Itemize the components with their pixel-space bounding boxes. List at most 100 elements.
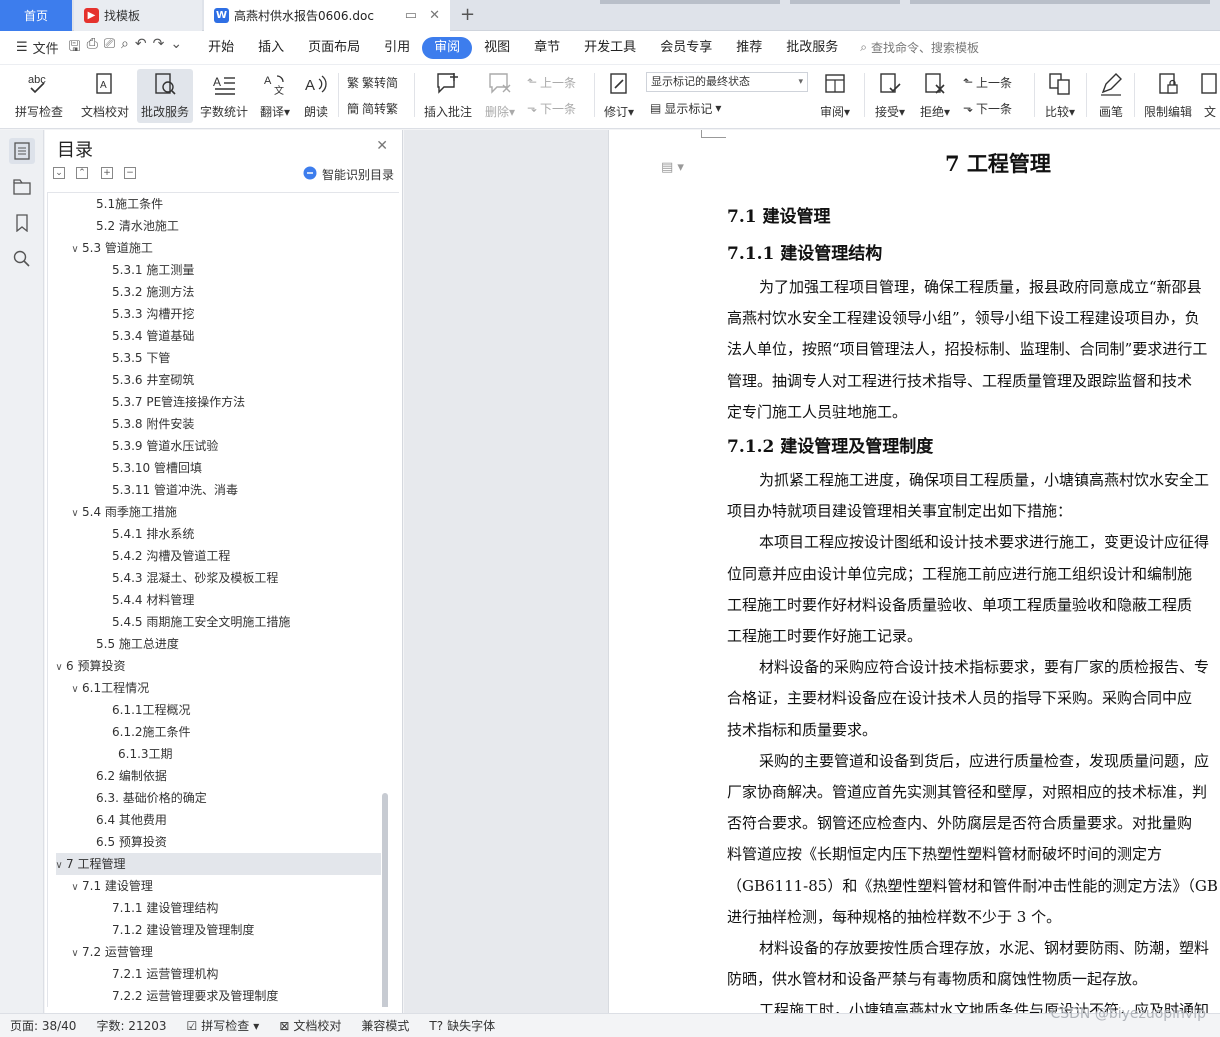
menu-item[interactable]: 开始 xyxy=(196,37,246,59)
toc-item[interactable]: ∨ 5.3 管道施工 xyxy=(56,237,381,259)
chapter-nav-icon[interactable] xyxy=(9,174,35,200)
compare-button[interactable]: 比较▾ xyxy=(1040,69,1080,123)
toc-item[interactable]: 6.1.1工程概况 xyxy=(56,699,381,721)
toc-item[interactable]: 5.3.9 管道水压试验 xyxy=(56,435,381,457)
bookmark-icon[interactable] xyxy=(9,210,35,236)
toc-item[interactable]: 5.2 清水池施工 xyxy=(56,215,381,237)
toc-item[interactable]: 6.5 预算投资 xyxy=(56,831,381,853)
undo-icon[interactable]: ↶ xyxy=(135,36,147,60)
add-heading-icon[interactable]: + xyxy=(101,167,113,179)
toc-scrollbar[interactable] xyxy=(382,793,388,1007)
proofread-status[interactable]: ⊠ 文档校对 xyxy=(269,1017,351,1034)
toc-item[interactable]: 5.3.5 下管 xyxy=(56,347,381,369)
expand-chevron-icon[interactable]: ∨ xyxy=(68,877,82,899)
new-tab-plus-icon[interactable]: + xyxy=(460,4,475,25)
toc-item[interactable]: 5.3.8 附件安装 xyxy=(56,413,381,435)
toc-item[interactable]: 5.1施工条件 xyxy=(56,193,381,215)
toc-item[interactable]: ∨ 6 预算投资 xyxy=(55,655,381,677)
toc-item[interactable]: 5.4.2 沟槽及管道工程 xyxy=(56,545,381,567)
prev-change-button[interactable]: ⬑ 上一条 xyxy=(963,72,1012,92)
search-icon[interactable] xyxy=(9,246,35,272)
toc-item[interactable]: 7.1.2 建设管理及管理制度 xyxy=(56,919,381,941)
toc-item[interactable]: 6.2 编制依据 xyxy=(56,765,381,787)
menu-item[interactable]: 页面布局 xyxy=(296,37,372,59)
menu-item[interactable]: 批改服务 xyxy=(774,37,850,59)
menu-item[interactable]: 会员专享 xyxy=(648,37,724,59)
expand-chevron-icon[interactable]: ∨ xyxy=(52,657,66,679)
expand-chevron-icon[interactable]: ∨ xyxy=(68,943,82,965)
toc-item[interactable]: 6.1.2施工条件 xyxy=(56,721,381,743)
collapse-all-icon[interactable]: ⌄ xyxy=(53,167,65,179)
translate-button[interactable]: A文 翻译▾ xyxy=(256,69,294,123)
toc-item[interactable]: 5.5 施工总进度 xyxy=(56,633,381,655)
prev-comment-button[interactable]: ⬑ 上一条 xyxy=(527,72,576,92)
tab-document[interactable]: W 高燕村供水报告0606.doc ▭ ✕ xyxy=(204,0,450,31)
doc-more-button[interactable]: 文 xyxy=(1200,69,1220,123)
expand-chevron-icon[interactable]: ∨ xyxy=(52,855,66,877)
toc-item[interactable]: 5.4.4 材料管理 xyxy=(56,589,381,611)
toc-panel-icon[interactable] xyxy=(9,138,35,164)
revise-button[interactable]: 修订▾ xyxy=(600,69,638,123)
toc-item[interactable]: 6.3. 基础价格的确定 xyxy=(56,787,381,809)
menu-item[interactable]: 推荐 xyxy=(724,37,774,59)
spell-check-button[interactable]: abc 拼写检查 xyxy=(10,69,68,123)
tab-restore-icon[interactable]: ▭ xyxy=(405,8,417,23)
toc-item[interactable]: ∨ 5.4 雨季施工措施 xyxy=(56,501,381,523)
toc-item[interactable]: 5.4.5 雨期施工安全文明施工措施 xyxy=(56,611,381,633)
pen-button[interactable]: 画笔 xyxy=(1094,69,1128,123)
reject-button[interactable]: 拒绝▾ xyxy=(915,69,955,123)
next-comment-button[interactable]: ⬎ 下一条 xyxy=(527,98,576,118)
toc-item[interactable]: 6.1.3工期 xyxy=(56,743,381,765)
tab-close-icon[interactable]: ✕ xyxy=(429,8,440,23)
toc-item[interactable]: 5.3.1 施工测量 xyxy=(56,259,381,281)
toc-item[interactable]: 7.2.1 运营管理机构 xyxy=(56,963,381,985)
read-aloud-button[interactable]: A 朗读 xyxy=(300,69,332,123)
toc-item[interactable]: 5.4.3 混凝土、砂浆及模板工程 xyxy=(56,567,381,589)
missing-font-button[interactable]: T? 缺失字体 xyxy=(419,1017,505,1034)
toc-item[interactable]: ∨ 7.1 建设管理 xyxy=(56,875,381,897)
quick-more-chevron-icon[interactable]: ⌄ xyxy=(170,36,182,60)
doc-proofread-button[interactable]: A 文档校对 xyxy=(76,69,134,123)
menu-item[interactable]: 章节 xyxy=(522,37,572,59)
expand-all-icon[interactable]: ⌃ xyxy=(76,167,88,179)
toc-item[interactable]: 5.3.11 管道冲洗、消毒 xyxy=(56,479,381,501)
export-pdf-icon[interactable]: ⎙ xyxy=(87,36,98,60)
print-preview-icon[interactable]: ⌕ xyxy=(121,36,129,60)
markup-state-select[interactable]: 显示标记的最终状态 ▾ xyxy=(646,72,808,92)
menu-item[interactable]: 开发工具 xyxy=(572,37,648,59)
close-icon[interactable]: ✕ xyxy=(376,138,388,154)
review-service-button[interactable]: 批改服务 xyxy=(137,69,193,123)
toc-item[interactable]: 6.4 其他费用 xyxy=(56,809,381,831)
trad-to-simp-button[interactable]: 繁繁转简 xyxy=(347,72,398,92)
menu-item[interactable]: 引用 xyxy=(372,37,422,59)
menu-item[interactable]: 插入 xyxy=(246,37,296,59)
command-search[interactable]: ⌕ 查找命令、搜索模板 xyxy=(860,39,979,56)
document-page[interactable]: ▤ ▾ 7 工程管理 7.1 建设管理 7.1.1 建设管理结构 为了加强工程项目管… xyxy=(608,130,1220,1013)
word-count-indicator[interactable]: 字数: 21203 xyxy=(86,1017,176,1034)
restrict-edit-button[interactable]: 限制编辑 xyxy=(1140,69,1196,123)
toc-item[interactable]: 7.1.1 建设管理结构 xyxy=(56,897,381,919)
expand-chevron-icon[interactable]: ∨ xyxy=(68,239,82,261)
print-icon[interactable]: ⎚ xyxy=(104,36,115,60)
expand-chevron-icon[interactable]: ∨ xyxy=(68,503,82,525)
toc-item[interactable]: ∨ 7.2 运营管理 xyxy=(56,941,381,963)
toc-item[interactable]: 5.3.3 沟槽开挖 xyxy=(56,303,381,325)
accept-button[interactable]: 接受▾ xyxy=(870,69,910,123)
toc-item[interactable]: 5.3.2 施测方法 xyxy=(56,281,381,303)
next-change-button[interactable]: ⬎ 下一条 xyxy=(963,98,1012,118)
toc-item[interactable]: 5.3.7 PE管连接操作方法 xyxy=(56,391,381,413)
save-icon[interactable]: 🖫 xyxy=(69,36,81,60)
word-count-button[interactable]: A 字数统计 xyxy=(198,69,250,123)
show-markup-button[interactable]: ▤ 显示标记 ▾ xyxy=(650,98,721,118)
delete-comment-button[interactable]: 删除▾ xyxy=(480,69,520,123)
toc-item[interactable]: 5.3.10 管槽回填 xyxy=(56,457,381,479)
expand-chevron-icon[interactable]: ∨ xyxy=(68,679,82,701)
simp-to-trad-button[interactable]: 簡简转繁 xyxy=(347,98,398,118)
remove-heading-icon[interactable]: − xyxy=(124,167,136,179)
menu-item[interactable]: 审阅 xyxy=(422,36,473,59)
toc-item[interactable]: 5.3.4 管道基础 xyxy=(56,325,381,347)
page-indicator[interactable]: 页面: 38/40 xyxy=(0,1017,86,1034)
tab-home[interactable]: 首页 xyxy=(0,0,72,31)
toc-item[interactable]: 7.2.2 运营管理要求及管理制度 xyxy=(56,985,381,1007)
spell-check-status[interactable]: ☑ 拼写检查 ▾ xyxy=(177,1017,270,1034)
